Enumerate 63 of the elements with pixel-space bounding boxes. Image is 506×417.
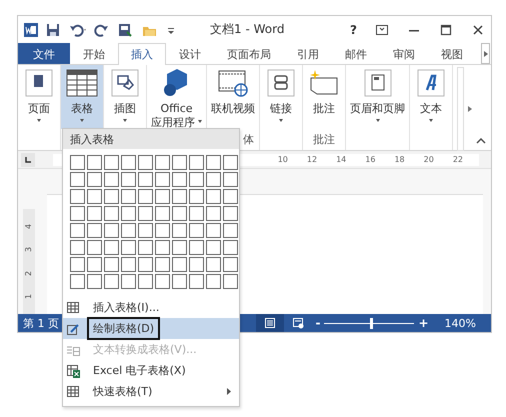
highlight-frame: 绘制表格(D) (89, 319, 158, 338)
arrow-right-icon (468, 106, 472, 112)
zoom-level[interactable]: 140% (444, 316, 476, 330)
menu-item[interactable]: 绘制表格(D) (63, 318, 239, 339)
ribbon-command[interactable]: 插图 (104, 65, 146, 129)
ruler-number: 4 (24, 224, 34, 230)
save-icon[interactable] (46, 22, 62, 36)
ribbon-display-options-icon[interactable] (375, 22, 389, 36)
left-tab-icon (25, 156, 31, 162)
ruler-number: 3 (24, 247, 34, 252)
ribbon-command[interactable]: 表格 (61, 65, 103, 129)
group-label: 批注 (312, 132, 336, 148)
ribbon-tab[interactable]: 视图 (428, 43, 476, 64)
ribbon-command[interactable]: 页眉和页脚 (346, 65, 409, 129)
app-icon (24, 22, 38, 36)
ribbon-command[interactable]: 文本 (410, 65, 452, 129)
menu-item[interactable]: 快速表格(T) (63, 381, 239, 402)
group-label: 体 (242, 132, 255, 148)
print-layout-icon[interactable] (256, 314, 284, 332)
table-icon (65, 68, 99, 98)
ruler-number: 22 (452, 154, 463, 164)
zoom-in-button[interactable]: + (418, 316, 429, 330)
ruler-number: 16 (365, 154, 376, 164)
ruler-number: 2 (24, 270, 34, 276)
window-title: 文档1 - Word (209, 21, 286, 38)
menu-header: 插入表格 (63, 129, 239, 149)
table-icon (66, 300, 80, 314)
arrow-right-icon (484, 50, 488, 56)
zoom-out-button[interactable]: - (316, 316, 320, 330)
table-icon (66, 384, 80, 398)
ribbon-tab[interactable]: 开始 (70, 43, 118, 64)
redo-icon[interactable] (94, 22, 110, 36)
tab-selector[interactable] (21, 152, 35, 166)
maximize-icon[interactable] (439, 22, 453, 36)
ribbon-tab[interactable]: 页面布局 (214, 43, 284, 64)
menu-item[interactable]: Excel 电子表格(X) (63, 360, 239, 381)
file-tab[interactable]: 文件 (18, 43, 70, 64)
ribbon-tab[interactable]: 引用 (284, 43, 332, 64)
ruler-number: 14 (336, 154, 346, 164)
ribbon-command[interactable]: 联机视频 (207, 65, 259, 129)
scroll-right-button[interactable] (481, 43, 490, 64)
ribbon-tab[interactable]: 邮件 (332, 43, 380, 64)
ruler-number: 10 (278, 154, 288, 164)
ruler-number: 18 (394, 154, 405, 164)
film-globe-icon (216, 68, 250, 98)
undo-icon[interactable] (70, 22, 86, 36)
menu-item[interactable]: 插入表格(I)... (63, 297, 239, 318)
ruler-number: 12 (306, 154, 318, 164)
ribbon-command[interactable]: 批注 (303, 65, 345, 129)
ribbon-command[interactable]: 页面 (18, 65, 60, 129)
close-icon[interactable] (471, 22, 485, 36)
spreadsheet-icon (66, 364, 80, 378)
ribbon-tab[interactable]: 审阅 (380, 43, 428, 64)
ribbon-tab[interactable]: 插入 (118, 43, 166, 65)
pencil-icon (66, 322, 80, 336)
ruler-number: 1 (24, 294, 34, 299)
ribbon-tab[interactable]: 设计 (166, 43, 214, 64)
page-indicator[interactable]: 第 1 页 (23, 316, 59, 330)
ribbon-command[interactable]: 链接 (260, 65, 302, 129)
ruler-number: 20 (424, 154, 434, 164)
print-preview-icon[interactable] (118, 22, 134, 36)
help-button[interactable]: ? (350, 22, 357, 36)
collapse-ribbon-icon[interactable] (476, 138, 486, 144)
